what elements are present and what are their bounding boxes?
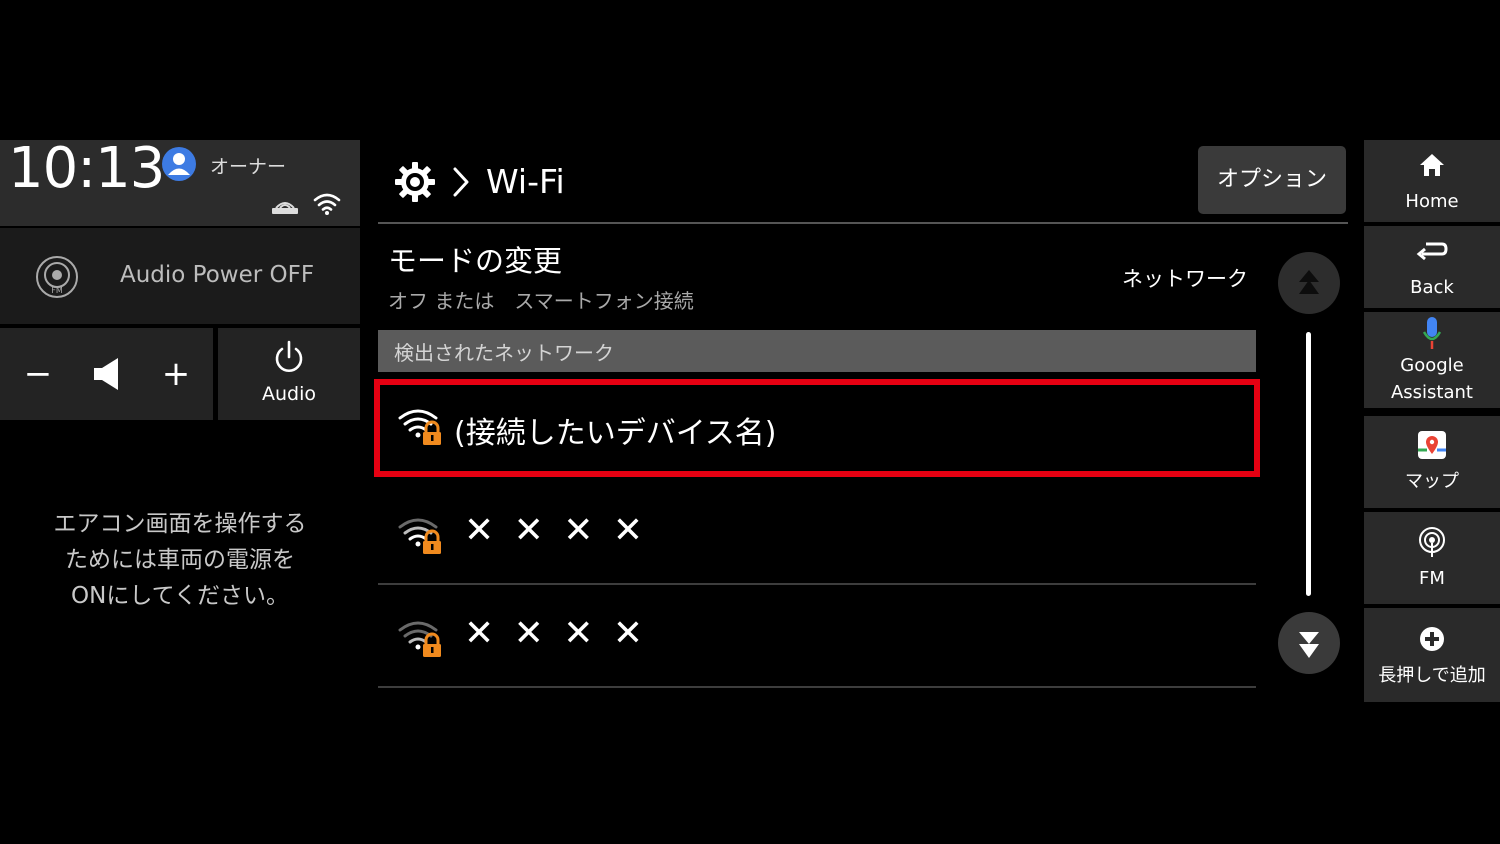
double-chevron-down-icon — [1299, 632, 1319, 658]
scroll-up-button[interactable] — [1278, 252, 1340, 314]
mode-subtitle: オフ または スマートフォン接続 — [388, 289, 694, 313]
dock-map-label: マップ — [1405, 471, 1459, 492]
dock-map-button[interactable]: マップ — [1364, 416, 1500, 508]
breadcrumb-chevron-icon — [453, 167, 469, 197]
section-label: 検出されたネットワーク — [394, 341, 614, 365]
volume-panel: − + — [0, 328, 213, 420]
dock-fm-label: FM — [1419, 568, 1445, 589]
user-name: オーナー — [210, 156, 287, 178]
dock-back-label: Back — [1410, 277, 1454, 298]
svg-text:FM: FM — [51, 286, 63, 295]
signal-icon — [272, 202, 298, 214]
volume-up-button[interactable]: + — [160, 354, 192, 394]
mode-value: ネットワーク — [1122, 267, 1248, 291]
network-row[interactable]: ✕ ✕ ✕ ✕ — [378, 482, 1256, 585]
home-icon — [1420, 154, 1444, 176]
map-icon — [1418, 431, 1446, 459]
wifi-status-icon — [313, 193, 341, 215]
add-circle-icon — [1420, 627, 1444, 651]
volume-down-button[interactable]: − — [22, 354, 54, 394]
scrollbar[interactable] — [1306, 332, 1311, 596]
microphone-icon — [1422, 317, 1442, 349]
highlight-frame — [374, 379, 1260, 477]
scroll-down-button[interactable] — [1278, 612, 1340, 674]
page-title: Wi-Fi — [486, 162, 565, 201]
dock-home-label: Home — [1405, 191, 1459, 212]
audio-power-panel[interactable]: FM Audio Power OFF — [0, 228, 360, 324]
network-name: ✕ ✕ ✕ ✕ — [464, 613, 647, 654]
wifi-lock-icon — [398, 518, 441, 554]
network-name: ✕ ✕ ✕ ✕ — [464, 510, 647, 551]
clock: 10:13 — [8, 136, 165, 201]
network-row[interactable]: ✕ ✕ ✕ ✕ — [378, 585, 1256, 688]
settings-gear-icon[interactable] — [393, 160, 437, 204]
fm-radio-icon: FM — [36, 256, 78, 298]
user-icon[interactable] — [161, 146, 197, 182]
back-icon — [1416, 242, 1448, 261]
dock-add-button[interactable]: 長押しで追加 — [1364, 608, 1500, 702]
dock-back-button[interactable]: Back — [1364, 226, 1500, 308]
wifi-lock-icon — [398, 621, 441, 657]
double-chevron-up-icon — [1299, 270, 1319, 294]
dock-fm-button[interactable]: FM — [1364, 512, 1500, 604]
speaker-icon[interactable] — [92, 356, 124, 392]
section-header: 検出されたネットワーク — [378, 330, 1256, 372]
dock-assistant-label: Google Assistant — [1390, 355, 1473, 403]
mode-title: モードの変更 — [388, 244, 563, 278]
aircon-notice: エアコン画面を操作する ためには車両の電源を ONにしてください。 — [53, 511, 307, 609]
header-divider — [378, 222, 1348, 224]
status-bar: 10:13 オーナー — [0, 136, 360, 226]
audio-button[interactable]: Audio — [218, 328, 360, 420]
power-icon — [275, 340, 303, 372]
audio-button-label: Audio — [261, 383, 316, 405]
dock-add-label: 長押しで追加 — [1378, 665, 1486, 686]
options-button[interactable]: オプション — [1198, 146, 1346, 214]
dock-home-button[interactable]: Home — [1364, 140, 1500, 222]
dock-assistant-button[interactable]: Google Assistant — [1364, 312, 1500, 408]
audio-power-label: Audio Power OFF — [120, 262, 315, 288]
radio-antenna-icon — [1419, 527, 1445, 557]
